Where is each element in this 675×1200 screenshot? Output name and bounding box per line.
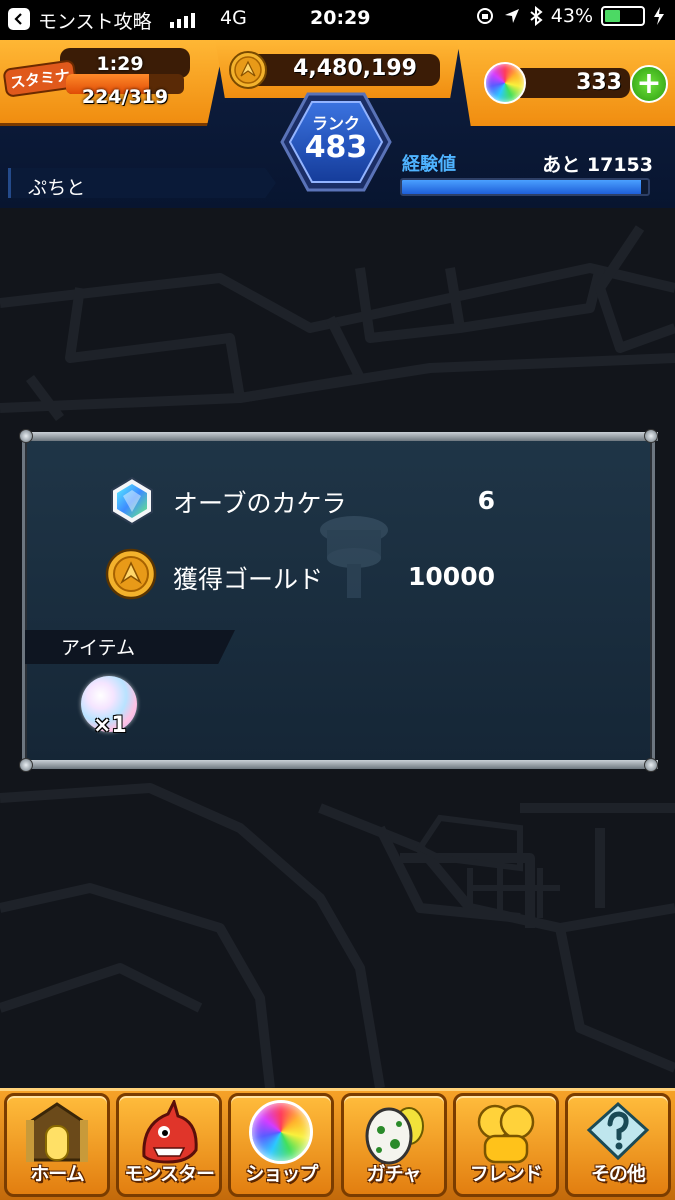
nav-gacha[interactable]: ガチャ (340, 1093, 447, 1197)
battery-percent: 43% (550, 5, 593, 27)
nav-label: その他 (590, 1163, 646, 1185)
nav-shop[interactable]: ショップ (228, 1093, 335, 1197)
exp-remaining: あと 17153 (542, 154, 653, 176)
stamina-timer: 1:29 (96, 53, 144, 75)
location-arrow-icon (504, 9, 519, 23)
signal-icon (170, 12, 195, 28)
back-app-name[interactable]: モンスト攻略 (38, 7, 152, 34)
nav-home[interactable]: ホーム (4, 1093, 110, 1197)
nav-label: ガチャ (366, 1163, 422, 1185)
rotation-lock-icon (476, 8, 493, 24)
reward-value: 6 (477, 486, 495, 515)
rivet (19, 758, 33, 772)
game-header: スタミナ 1:29 224/319 4,480,199 333 + ランク 48… (0, 40, 675, 208)
stamina-count: 224/319 (81, 86, 169, 108)
battery-icon (601, 6, 645, 26)
panel-top-rail (21, 432, 658, 441)
charging-bolt-icon (654, 7, 664, 25)
nav-label: フレンド (469, 1163, 543, 1185)
rivet (19, 429, 33, 443)
network-type: 4G (220, 7, 247, 29)
rivet (644, 429, 658, 443)
gold-coin-icon (229, 51, 267, 89)
panel-bottom-rail (21, 760, 658, 769)
monster-dragon-icon (142, 1100, 198, 1164)
gold-amount: 4,480,199 (293, 56, 417, 81)
friend-balloon-icon (477, 1104, 534, 1164)
gacha-egg-icon (365, 1107, 424, 1165)
orb-count: 333 (576, 70, 622, 95)
reward-value: 10000 (408, 562, 495, 591)
orb-fragment-icon (111, 476, 153, 526)
back-to-app-button[interactable] (8, 8, 30, 30)
other-question-icon (586, 1101, 650, 1161)
chevron-left-icon (14, 13, 22, 25)
plus-icon: + (636, 66, 662, 101)
items-tab-label: アイテム (61, 637, 136, 659)
exp-label: 経験値 (402, 154, 456, 175)
rivet (644, 758, 658, 772)
rank-value: 483 (304, 130, 368, 165)
nav-other[interactable]: その他 (564, 1093, 671, 1197)
bluetooth-icon (530, 6, 543, 26)
nav-friend[interactable]: フレンド (452, 1093, 559, 1197)
reward-panel: オーブのカケラ 6 獲得ゴールド 10000 アイテム ×1 (19, 429, 658, 772)
nav-label: ホーム (30, 1163, 84, 1185)
nav-label: モンスター (124, 1163, 215, 1185)
player-name: ぷちと (28, 177, 86, 199)
reward-label: 獲得ゴールド (173, 565, 324, 594)
status-right: 43% (475, 5, 665, 27)
item-quantity: ×1 (93, 713, 127, 738)
reward-label: オーブのカケラ (173, 489, 347, 518)
orb-icon (484, 62, 526, 104)
clock: 20:29 (310, 7, 371, 29)
orb-shop-icon (249, 1100, 314, 1164)
status-bar: モンスト攻略 4G 20:29 43% (0, 0, 675, 40)
nav-label: ショップ (245, 1163, 318, 1185)
buy-orbs-button[interactable]: + (630, 65, 668, 103)
gold-coin-icon (105, 548, 157, 600)
home-gate-icon (26, 1102, 88, 1162)
nav-monster[interactable]: モンスター (116, 1093, 223, 1197)
exp-bar (400, 178, 650, 196)
bottom-nav: ホーム モンスター ショップ ガチャ フレンド その他 (0, 1088, 675, 1200)
